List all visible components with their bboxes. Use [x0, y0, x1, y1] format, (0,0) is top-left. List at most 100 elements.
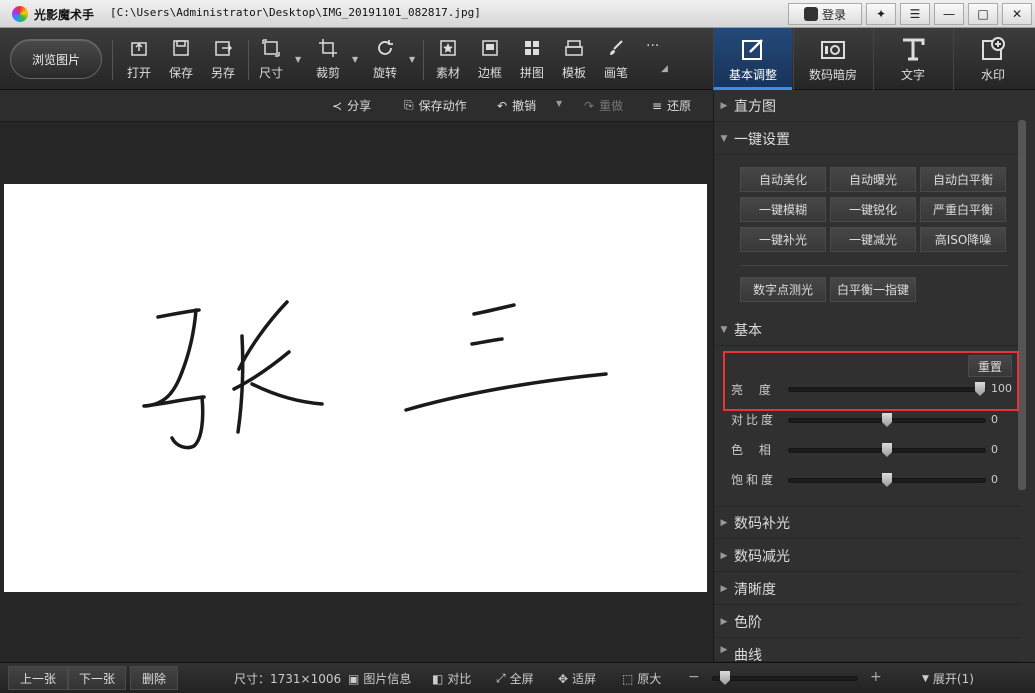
one-click-sharpen-button[interactable]: 一键锐化 [830, 197, 916, 222]
open-icon [131, 42, 147, 56]
section-digital-reduce-light[interactable]: ▶ 数码减光 [714, 540, 1020, 572]
fit-screen-label: 适屏 [572, 672, 597, 686]
restore-button[interactable]: ≡ 还原 [652, 97, 691, 114]
share-icon: ≺ [332, 98, 343, 113]
save-button[interactable]: 保存 [161, 34, 201, 84]
collage-icon [525, 41, 539, 55]
section-curves[interactable]: ▶ 曲线 [714, 639, 1020, 662]
menu-button[interactable]: ☰ [900, 3, 930, 25]
collage-button[interactable]: 拼图 [512, 34, 552, 84]
adjust-edit-icon [742, 39, 763, 60]
image-info-button[interactable]: ▣ 图片信息 [348, 670, 411, 687]
auto-exposure-button[interactable]: 自动曝光 [830, 167, 916, 192]
tab-darkroom[interactable]: 数码暗房 [793, 28, 872, 90]
section-clarity[interactable]: ▶ 清晰度 [714, 573, 1020, 605]
more-tools-button[interactable]: ··· [646, 38, 659, 54]
digital-spot-metering-button[interactable]: 数字点测光 [740, 277, 826, 302]
delete-button[interactable]: 删除 [130, 666, 178, 690]
save-action-icon: ⎘ [404, 98, 414, 112]
minimize-icon: — [943, 7, 955, 21]
close-button[interactable]: ✕ [1002, 3, 1032, 25]
zoom-slider[interactable] [712, 671, 858, 685]
prev-image-button[interactable]: 上一张 [8, 666, 68, 690]
one-click-reduce-light-button[interactable]: 一键减光 [830, 227, 916, 252]
frame-icon [482, 40, 498, 56]
open-button[interactable]: 打开 [119, 34, 159, 84]
tab-watermark-label: 水印 [980, 68, 1005, 82]
save-as-label: 另存 [210, 66, 235, 80]
size-dropdown-icon[interactable]: ▼ [295, 55, 301, 64]
auto-white-balance-button[interactable]: 自动白平衡 [920, 167, 1006, 192]
tab-text[interactable]: 文字 [873, 28, 952, 90]
toolbar-divider [423, 40, 424, 80]
save-as-button[interactable]: 另存 [203, 34, 243, 84]
undo-icon: ↶ [497, 98, 508, 113]
section-levels[interactable]: ▶ 色阶 [714, 606, 1020, 638]
crop-button[interactable]: 裁剪 [308, 34, 348, 84]
collage-label: 拼图 [519, 66, 544, 80]
chevron-down-icon: ▼ [720, 133, 728, 144]
expand-corner-icon[interactable]: ◢ [661, 64, 668, 74]
rotate-button[interactable]: 旋转 [365, 34, 405, 84]
size-button[interactable]: 尺寸 [251, 34, 291, 84]
contrast-slider-thumb[interactable] [882, 413, 892, 427]
zoom-out-icon[interactable]: − [688, 669, 700, 685]
expand-button[interactable]: ▼ 展开(1) [922, 670, 974, 687]
user-icon [803, 7, 818, 21]
minimize-button[interactable]: — [934, 3, 964, 25]
compare-button[interactable]: ◧ 对比 [432, 670, 471, 687]
undo-label: 撤销 [512, 99, 537, 113]
severe-white-balance-button[interactable]: 严重白平衡 [920, 197, 1006, 222]
next-image-button[interactable]: 下一张 [68, 666, 126, 690]
chevron-right-icon: ▶ [720, 583, 728, 594]
maximize-button[interactable]: □ [968, 3, 998, 25]
saturation-slider[interactable] [788, 473, 986, 487]
one-click-fill-light-button[interactable]: 一键补光 [740, 227, 826, 252]
tab-text-label: 文字 [900, 68, 925, 82]
fit-screen-button[interactable]: ✥ 适屏 [558, 670, 596, 687]
tab-watermark[interactable]: 水印 [953, 28, 1032, 90]
section-digital-fill-light[interactable]: ▶ 数码补光 [714, 507, 1020, 539]
hue-slider[interactable] [788, 443, 986, 457]
login-button[interactable]: 登录 [788, 3, 862, 25]
template-button[interactable]: 模板 [554, 34, 594, 84]
white-balance-picker-button[interactable]: 白平衡一指键 [830, 277, 916, 302]
saturation-slider-thumb[interactable] [882, 473, 892, 487]
high-iso-denoise-button[interactable]: 高ISO降噪 [920, 227, 1006, 252]
original-size-button[interactable]: ⬚ 原大 [622, 670, 661, 687]
material-button[interactable]: 素材 [428, 34, 468, 84]
section-histogram[interactable]: ▶ 直方图 [714, 90, 1020, 122]
fullscreen-button[interactable]: ⤢ 全屏 [496, 670, 534, 687]
brush-label: 画笔 [603, 66, 628, 80]
photo-canvas[interactable]: 张 三 [4, 184, 707, 592]
share-button[interactable]: ≺ 分享 [332, 97, 371, 114]
skin-button[interactable]: ✦ [866, 3, 896, 25]
one-click-blur-button[interactable]: 一键模糊 [740, 197, 826, 222]
panel-scrollbar[interactable] [1018, 120, 1026, 490]
redo-button[interactable]: ↷ 重做 [584, 97, 623, 114]
brush-button[interactable]: 画笔 [596, 34, 636, 84]
contrast-slider[interactable] [788, 413, 986, 427]
action-bar: ≺ 分享 ⎘ 保存动作 ↶ 撤销 ▼ ↷ 重做 ≡ 还原 [0, 90, 713, 122]
compare-icon: ◧ [432, 671, 444, 686]
original-size-icon: ⬚ [622, 671, 634, 686]
auto-beautify-button[interactable]: 自动美化 [740, 167, 826, 192]
undo-dropdown-icon[interactable]: ▼ [556, 99, 562, 108]
crop-dropdown-icon[interactable]: ▼ [352, 55, 358, 64]
tab-basic-adjust[interactable]: 基本调整 [713, 28, 792, 90]
save-action-button[interactable]: ⎘ 保存动作 [404, 97, 467, 114]
browse-images-button[interactable]: 浏览图片 [10, 39, 102, 79]
border-button[interactable]: 边框 [470, 34, 510, 84]
fit-screen-icon: ✥ [558, 671, 569, 686]
section-basic[interactable]: ▼ 基本 [714, 314, 1020, 346]
undo-button[interactable]: ↶ 撤销 [497, 97, 536, 114]
panel-divider [740, 265, 1008, 266]
image-info-label: 图片信息 [363, 672, 412, 686]
rotate-dropdown-icon[interactable]: ▼ [409, 55, 415, 64]
zoom-slider-thumb[interactable] [720, 671, 730, 685]
menu-icon: ☰ [909, 7, 921, 21]
hue-slider-thumb[interactable] [882, 443, 892, 457]
section-one-click[interactable]: ▼ 一键设置 [714, 123, 1020, 155]
title-bar: 光影魔术手 [C:\Users\Administrator\Desktop\IM… [0, 0, 1035, 28]
zoom-in-icon[interactable]: + [870, 669, 882, 685]
